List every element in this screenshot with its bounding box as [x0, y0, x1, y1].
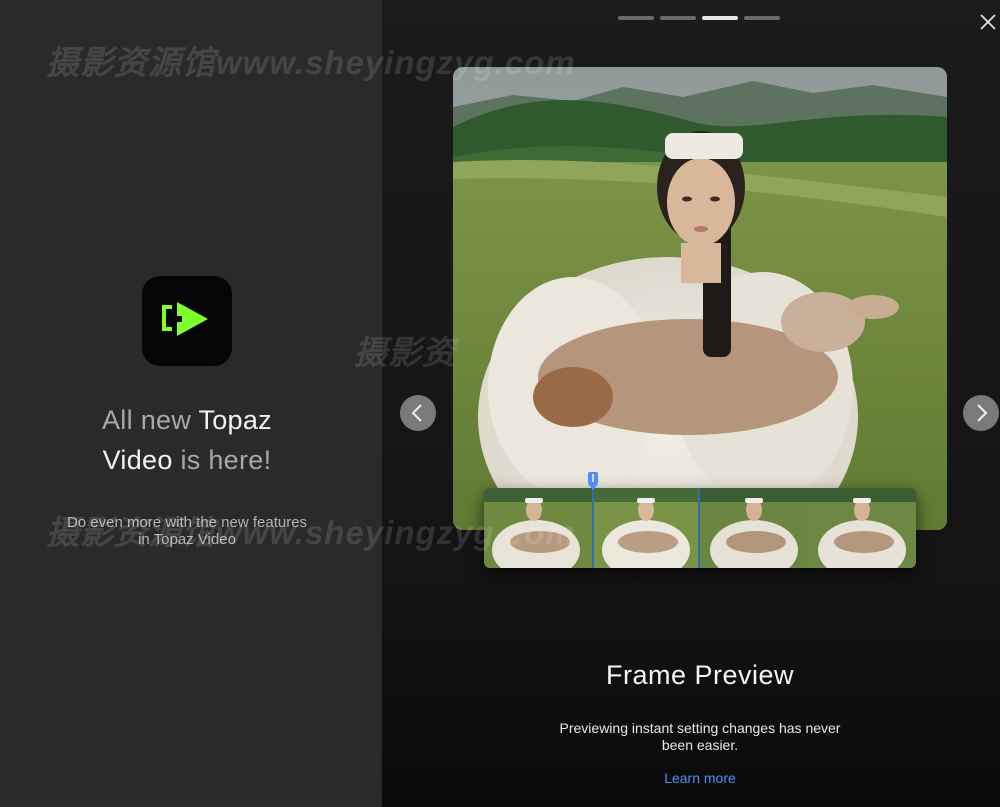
step-dot-2[interactable] — [660, 16, 696, 20]
next-slide-button[interactable] — [963, 395, 999, 431]
chevron-right-icon — [977, 404, 988, 422]
feature-panel: Frame Preview Previewing instant setting… — [382, 0, 1000, 807]
frame-filmstrip[interactable] — [484, 488, 916, 568]
headline-brand: Topaz — [198, 405, 272, 435]
topaz-video-logo-icon — [142, 276, 232, 366]
preview-image — [453, 67, 947, 530]
feature-title: Frame Preview — [605, 660, 795, 690]
headline-suffix: is here! — [172, 445, 272, 475]
step-dot-4[interactable] — [744, 16, 780, 20]
frame-thumbnail[interactable] — [700, 488, 808, 568]
frame-thumbnail[interactable] — [808, 488, 916, 568]
close-icon — [980, 14, 996, 30]
learn-more-link[interactable]: Learn more — [382, 770, 1000, 786]
intro-headline: All new Topaz Video is here! — [0, 400, 374, 480]
close-button[interactable] — [978, 12, 998, 32]
feature-description: Previewing instant setting changes has n… — [559, 720, 841, 753]
frame-thumbnail-selected[interactable] — [592, 488, 700, 568]
playhead-marker-icon[interactable] — [587, 472, 599, 492]
intro-subtext: Do even more with the new features in To… — [66, 514, 308, 548]
chevron-left-icon — [411, 404, 422, 422]
previous-slide-button[interactable] — [400, 395, 436, 431]
step-dot-1[interactable] — [618, 16, 654, 20]
step-dot-3[interactable] — [702, 16, 738, 20]
headline-text: All new — [101, 405, 199, 435]
frame-thumbnail[interactable] — [484, 488, 592, 568]
intro-panel: All new Topaz Video is here! Do even mor… — [0, 0, 382, 807]
headline-product: Video — [102, 445, 173, 475]
